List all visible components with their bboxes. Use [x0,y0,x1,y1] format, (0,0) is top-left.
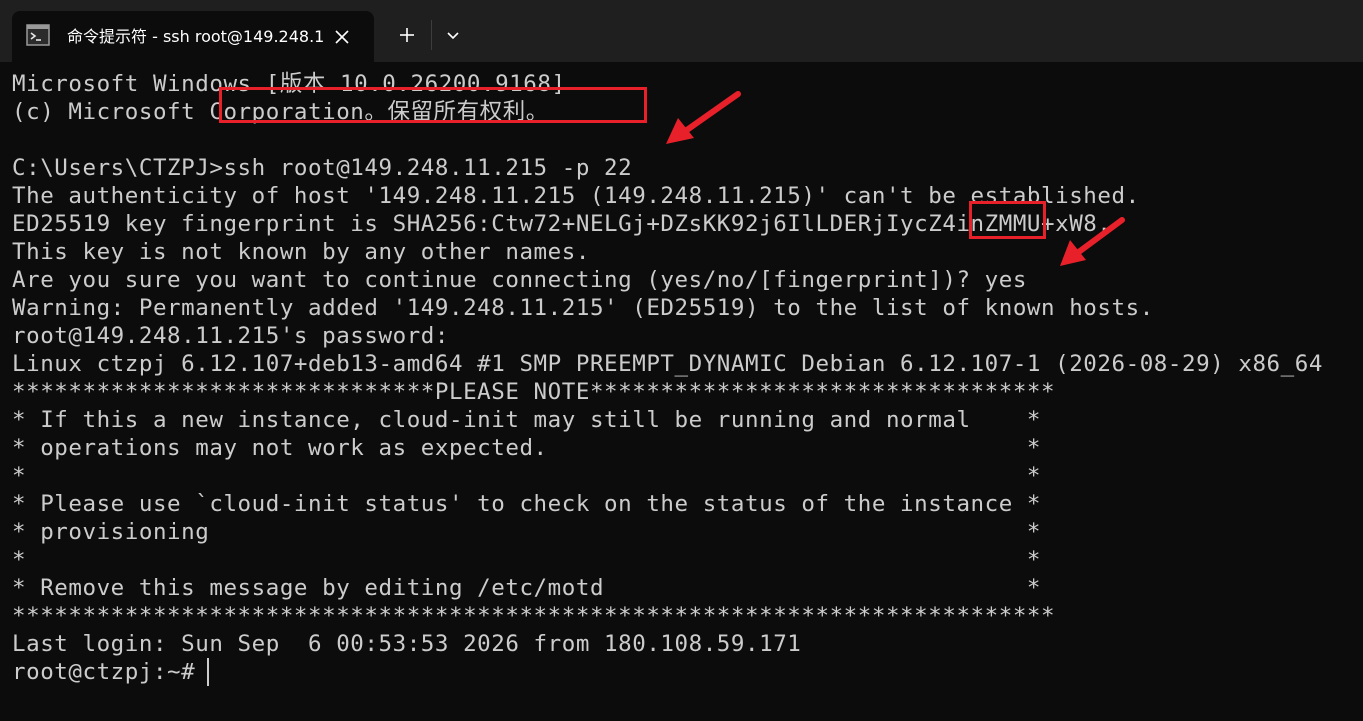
chevron-down-icon[interactable] [440,20,466,50]
terminal-line: * * [12,463,1042,489]
terminal-output[interactable]: Microsoft Windows [版本 10.0.26200.9168] (… [0,62,1363,721]
yes-highlight-box [969,201,1046,239]
terminal-line: * operations may not work as expected. * [12,435,1042,461]
terminal-line: Last login: Sun Sep 6 00:53:53 2026 from… [12,631,802,657]
tab-divider [431,20,432,50]
terminal-line: * * [12,547,1042,573]
text-cursor [207,658,209,686]
plus-icon[interactable] [392,20,422,50]
terminal-line: root@149.248.11.215's password: [12,323,449,349]
terminal-line: ******************************PLEASE NOT… [12,379,1056,405]
terminal-icon [26,24,50,46]
terminal-line: * Please use `cloud-init status' to chec… [12,491,1042,517]
title-bar: 命令提示符 - ssh root@149.248.11.215 -p 22 [0,0,1363,62]
terminal-line: * provisioning * [12,519,1042,545]
annotation-arrow-icon [1060,217,1125,266]
terminal-line: C:\Users\CTZPJ>ssh root@149.248.11.215 -… [12,155,633,181]
tab-title: 命令提示符 - ssh root@149.248.11.215 -p 22 [67,27,325,46]
active-tab[interactable]: 命令提示符 - ssh root@149.248.11.215 -p 22 [12,11,374,62]
terminal-line: * Remove this message by editing /etc/mo… [12,575,1042,601]
terminal-line: Warning: Permanently added '149.248.11.2… [12,295,1154,321]
terminal-line: * If this a new instance, cloud-init may… [12,407,1042,433]
terminal-line: ****************************************… [12,603,1056,629]
close-icon[interactable] [328,23,356,51]
command-highlight-box [219,87,647,123]
terminal-line: Linux ctzpj 6.12.107+deb13-amd64 #1 SMP … [12,351,1323,377]
terminal-line: The authenticity of host '149.248.11.215… [12,183,1140,209]
annotation-arrow-icon [666,91,741,144]
terminal-lines: Microsoft Windows [版本 10.0.26200.9168] (… [12,70,1323,686]
